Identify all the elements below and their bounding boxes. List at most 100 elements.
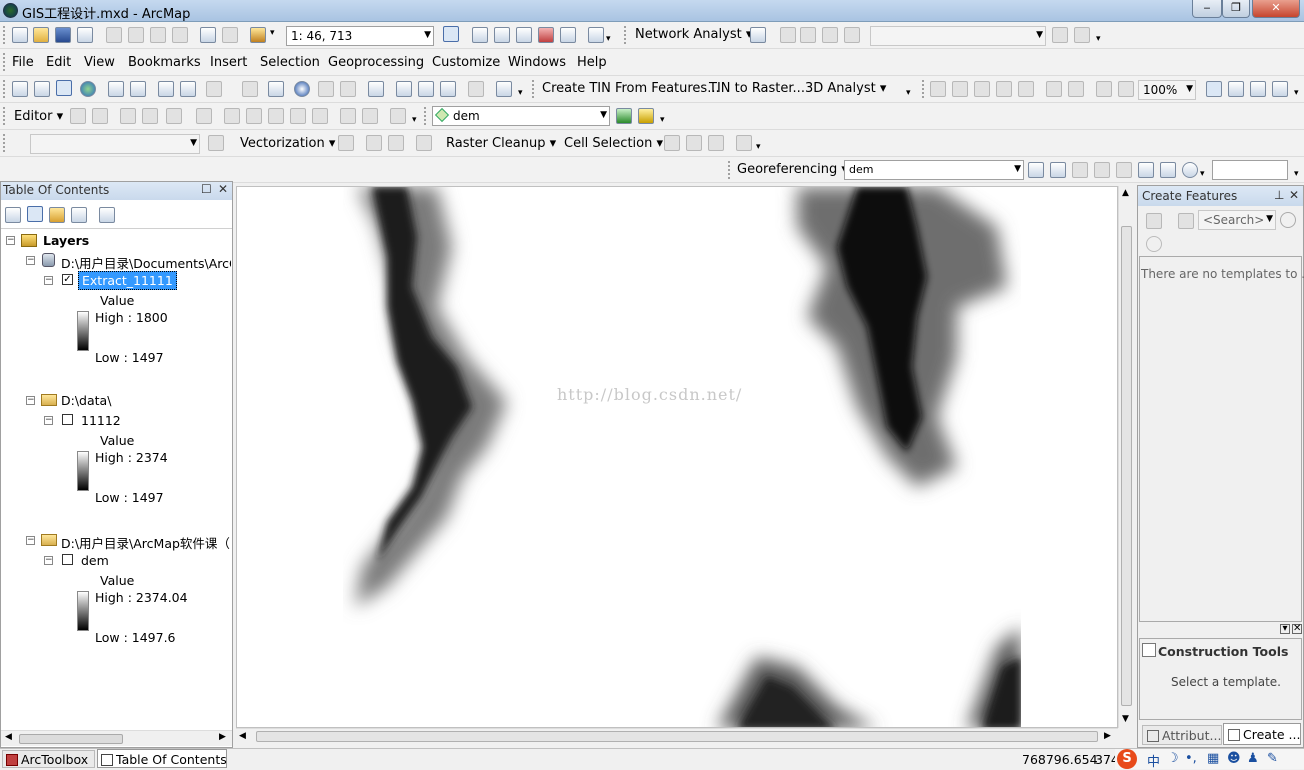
time-slider-icon[interactable] [468,81,484,97]
list-by-selection-icon[interactable] [71,207,87,223]
close-section-icon[interactable]: ✕ [1292,624,1302,634]
edit-annotation-icon[interactable] [92,108,108,124]
collapse-icon[interactable]: − [44,556,53,565]
toolbar-grip[interactable] [532,80,536,98]
toc-window-icon[interactable] [472,27,488,43]
layers-root[interactable]: Layers [43,233,89,248]
sketch-properties-icon[interactable] [362,108,378,124]
toolbar-grip[interactable] [3,26,7,44]
georef-layer-combo[interactable]: dem ▼ [844,160,1024,180]
scroll-thumb[interactable] [256,731,1098,742]
toolbar-options-icon[interactable]: ▾ [606,34,611,44]
ime-tools-icon[interactable]: ✎ [1267,751,1278,766]
data-driven-pages-icon[interactable] [1272,81,1288,97]
menu-view[interactable]: View [84,49,115,76]
toolbar-grip[interactable] [3,53,7,71]
find-route-icon[interactable] [418,81,434,97]
scroll-thumb[interactable] [1121,226,1132,706]
pin-icon[interactable]: ⊥ [1274,188,1284,202]
toolbar-options-icon[interactable]: ▾ [1294,169,1299,179]
tab-arctoolbox[interactable]: ArcToolbox [2,750,95,768]
network-window-icon[interactable] [750,27,766,43]
menu-customize[interactable]: Customize [432,49,500,76]
scroll-down-icon[interactable]: ▼ [1122,714,1129,724]
zoom-to-link-icon[interactable] [1094,162,1110,178]
select-cells-icon[interactable] [686,135,702,151]
collapse-icon[interactable]: − [6,236,15,245]
layout-zoom-out-icon[interactable] [952,81,968,97]
organize-templates-icon[interactable] [1146,213,1162,229]
editor-menu[interactable]: Editor ▾ [14,109,63,124]
end-point-arc-icon[interactable] [142,108,158,124]
list-by-source-icon[interactable] [27,206,43,222]
forward-extent-icon[interactable] [1118,81,1134,97]
network-analyst-menu[interactable]: Network Analyst ▾ [635,27,752,42]
fixed-zoom-in-icon[interactable] [108,81,124,97]
pan-hand-icon[interactable] [56,80,72,96]
zoom-100-icon[interactable] [1018,81,1034,97]
close-button[interactable]: ✕ [1252,0,1300,18]
add-data-dropdown-icon[interactable]: ▾ [270,28,275,38]
layer-name[interactable]: dem [81,553,109,568]
tin-to-raster-button[interactable]: TIN to Raster... [709,81,805,96]
toolbar-grip[interactable] [624,26,628,44]
print-icon[interactable] [77,27,93,43]
network-tool-icon[interactable] [1074,27,1090,43]
menu-file[interactable]: File [12,49,34,76]
rotate-dropdown-icon[interactable]: ▾ [1200,169,1205,179]
cell-selection-menu[interactable]: Cell Selection ▾ [564,136,663,151]
toolbar-options-icon[interactable]: ▾ [906,88,911,98]
tab-attributes[interactable]: Attribut... [1142,725,1222,745]
fixed-zoom-in-icon[interactable] [1046,81,1062,97]
raster-layer-combo[interactable]: dem ▼ [432,106,610,126]
raster-cleanup-menu[interactable]: Raster Cleanup ▾ [446,136,556,151]
editor-toolbar-icon[interactable] [443,26,459,42]
toolbar-options-icon[interactable]: ▾ [660,115,665,125]
ime-punct-icon[interactable]: •, [1185,751,1197,766]
delete-icon[interactable] [172,27,188,43]
raster-line-width-icon[interactable] [736,135,752,151]
scroll-up-icon[interactable]: ▲ [1122,188,1129,198]
trace-icon[interactable] [166,108,182,124]
vectorization-settings-icon[interactable] [338,135,354,151]
edit-vertices-icon[interactable] [224,108,240,124]
scroll-thumb[interactable] [19,734,123,744]
cut-polygons-icon[interactable] [268,108,284,124]
change-layout-icon[interactable] [1250,81,1266,97]
model-builder-icon[interactable] [588,27,604,43]
list-by-visibility-icon[interactable] [49,207,65,223]
georeferencing-menu[interactable]: Georeferencing ▾ [737,162,848,177]
map-view[interactable]: http://blog.csdn.net/ [236,186,1118,728]
back-extent-icon[interactable] [1096,81,1112,97]
menu-help[interactable]: Help [577,49,607,76]
fixed-zoom-out-icon[interactable] [1068,81,1084,97]
paste-icon[interactable] [150,27,166,43]
hyperlink-icon[interactable] [318,81,334,97]
redo-icon[interactable] [222,27,238,43]
network-tool-icon[interactable] [822,27,838,43]
collapse-icon[interactable]: − [26,256,35,265]
rotation-angle-input[interactable] [1212,160,1288,180]
arcscan-layer-combo[interactable]: ▼ [30,134,200,154]
save-icon[interactable] [55,27,71,43]
open-folder-icon[interactable] [33,27,49,43]
scroll-left-icon[interactable]: ◀ [5,732,12,742]
collapse-icon[interactable]: − [26,396,35,405]
network-tool-icon[interactable] [1052,27,1068,43]
layout-pan-icon[interactable] [974,81,990,97]
add-data-icon[interactable] [250,27,266,43]
menu-selection[interactable]: Selection [260,49,320,76]
toolbar-grip[interactable] [922,80,926,98]
link-table-icon[interactable] [1160,162,1176,178]
reshape-icon[interactable] [246,108,262,124]
focus-data-frame-icon[interactable] [1228,81,1244,97]
layer-name[interactable]: 11112 [81,413,121,428]
select-link-icon[interactable] [1072,162,1088,178]
toolbar-options-icon[interactable]: ▾ [1096,34,1101,44]
select-elements-arrow-icon[interactable] [268,81,284,97]
toolbar-options-icon[interactable]: ▾ [1294,88,1299,98]
template-view-icon[interactable] [1178,213,1194,229]
layer-visibility-checkbox[interactable] [62,414,73,425]
rotate-icon[interactable] [312,108,328,124]
menu-edit[interactable]: Edit [46,49,71,76]
